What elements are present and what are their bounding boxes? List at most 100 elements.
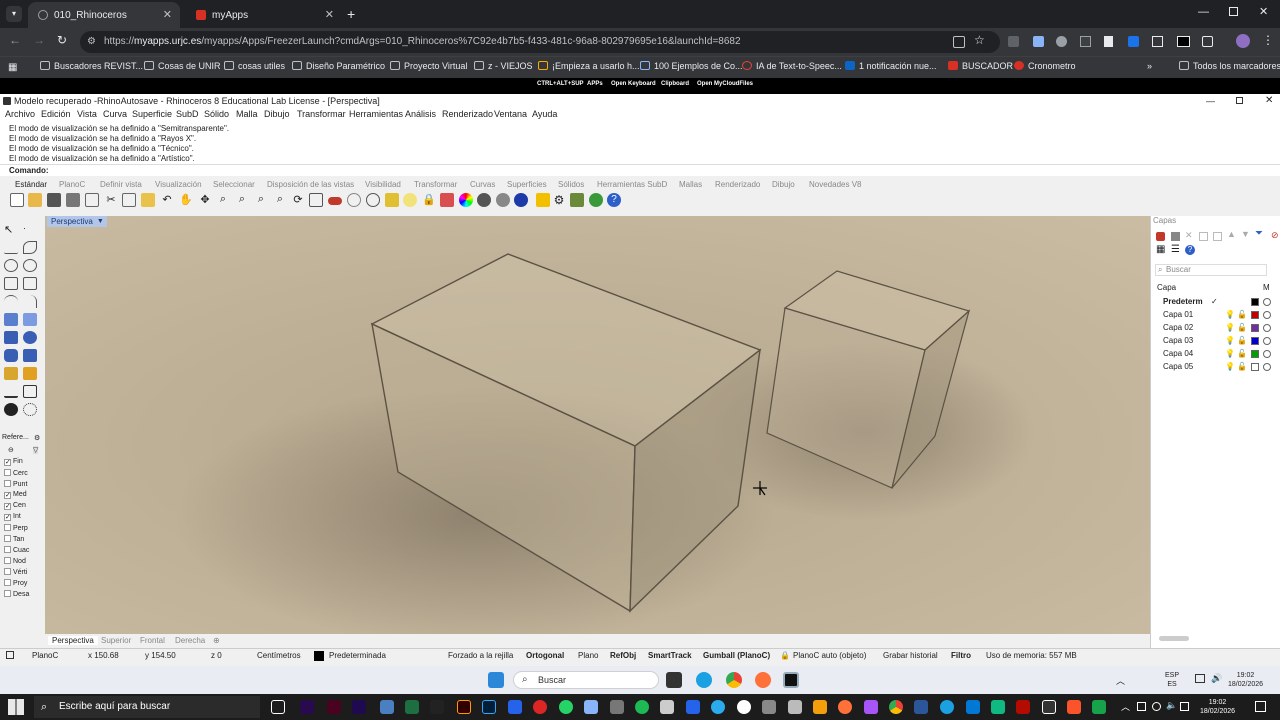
layer-material-icon[interactable] <box>1263 350 1271 358</box>
move-down-icon[interactable]: ▼ <box>1241 229 1250 239</box>
host-clock[interactable]: 19:02 18/02/2026 <box>1200 698 1235 716</box>
menu-transformar[interactable]: Transformar <box>297 109 346 119</box>
remote-clock[interactable]: 19:02 18/02/2026 <box>1228 671 1263 689</box>
transform-icon[interactable] <box>4 367 18 380</box>
layer-color-swatch[interactable] <box>1251 324 1259 332</box>
app-icon[interactable] <box>788 700 802 714</box>
app-icon[interactable] <box>1092 700 1106 714</box>
osnap-cerc[interactable]: Cerc <box>4 469 28 477</box>
app-icon[interactable] <box>660 700 674 714</box>
zoom-extents-icon[interactable]: ⌕ <box>254 193 268 207</box>
tab-search-button[interactable]: ▾ <box>6 6 22 22</box>
layer-color-swatch[interactable] <box>1251 337 1259 345</box>
close-tab-icon[interactable]: ✕ <box>163 8 172 21</box>
grasshopper-icon[interactable] <box>570 193 584 207</box>
tab-perspectiva[interactable]: Perspectiva <box>48 636 98 645</box>
toolbar-tab-dibujo[interactable]: Dibujo <box>772 180 795 189</box>
tab-rhinoceros[interactable]: 010_Rhinoceros ✕ <box>28 2 180 28</box>
bookmark-folder[interactable]: Diseño Paramétrico <box>292 61 385 71</box>
premiere-icon[interactable] <box>300 700 314 714</box>
tab-myapps[interactable]: myApps ✕ <box>186 2 342 28</box>
extension-icon[interactable] <box>1008 36 1019 47</box>
unlock-icon[interactable]: 🔓 <box>1237 362 1247 371</box>
osnap-toggle[interactable]: RefObj <box>610 651 636 660</box>
dimension-icon[interactable] <box>4 385 18 398</box>
circle-icon[interactable] <box>4 259 18 272</box>
new-layer-icon[interactable] <box>1156 232 1165 241</box>
bookmark-folder[interactable]: z - VIEJOS <box>474 61 533 71</box>
layer-tool-icon[interactable] <box>1199 232 1208 241</box>
toolbar-tab-disposicion[interactable]: Disposición de las vistas <box>267 180 354 189</box>
osnap-proy[interactable]: Proy <box>4 579 27 587</box>
render-icon[interactable] <box>4 403 18 416</box>
layer-color-swatch[interactable] <box>1251 363 1259 371</box>
units-label[interactable]: Centímetros <box>257 651 301 660</box>
visibility-bulb-icon[interactable]: 💡 <box>1225 310 1235 319</box>
box-solid-icon[interactable] <box>4 331 18 344</box>
tray-icon[interactable] <box>1137 702 1146 711</box>
layer-row-capa-01[interactable]: Capa 01 💡 🔓 <box>1163 310 1273 322</box>
osnap-cen[interactable]: ✓ Cen <box>4 502 26 510</box>
visibility-bulb-icon[interactable]: 💡 <box>1225 336 1235 345</box>
zoom-window-icon[interactable]: ⌕ <box>235 193 249 207</box>
toolbar-tab-mallas[interactable]: Mallas <box>679 180 702 189</box>
clipboard-button[interactable]: Clipboard <box>661 81 689 87</box>
toolbar-tab-estandar[interactable]: Estándar <box>15 180 47 189</box>
reload-icon[interactable]: ↻ <box>57 33 67 47</box>
toolbar-tab-transformar[interactable]: Transformar <box>414 180 457 189</box>
panel-toggle-icon[interactable] <box>6 651 14 659</box>
cylinder-icon[interactable] <box>4 349 18 362</box>
bookmark-link[interactable]: 1 notificación nue... <box>845 61 937 71</box>
spreadsheet-icon[interactable] <box>405 700 419 714</box>
chrome-icon[interactable] <box>726 672 742 688</box>
menu-archivo[interactable]: Archivo <box>5 109 35 119</box>
settings-icon[interactable]: ⚙ <box>34 434 40 442</box>
apps-grid-icon[interactable]: ▦ <box>8 62 17 73</box>
layer-row-capa-05[interactable]: Capa 05 💡 🔓 <box>1163 362 1273 374</box>
brave-icon[interactable] <box>1067 700 1081 714</box>
all-bookmarks-folder[interactable]: Todos los marcadores <box>1179 61 1280 71</box>
app-icon[interactable] <box>508 700 522 714</box>
volume-icon[interactable]: 🔈 <box>1166 700 1177 711</box>
settings-gear-icon[interactable]: ⚙ <box>552 193 566 207</box>
unlock-icon[interactable]: 🔓 <box>1237 349 1247 358</box>
extension-icon[interactable] <box>1152 36 1163 47</box>
grid-snap-toggle[interactable]: Forzado a la rejilla <box>448 651 513 660</box>
list-view-icon[interactable]: ☰ <box>1171 244 1180 255</box>
more-menu-icon[interactable]: ⋮ <box>1262 33 1274 47</box>
translate-icon[interactable] <box>953 36 965 48</box>
menu-malla[interactable]: Malla <box>236 109 258 119</box>
app-icon[interactable] <box>762 700 776 714</box>
help-icon[interactable]: ? <box>607 193 621 207</box>
after-effects-icon[interactable] <box>352 700 366 714</box>
mesh-icon[interactable] <box>23 349 37 362</box>
filter-icon[interactable]: ▽ <box>33 446 39 454</box>
firefox-icon[interactable] <box>838 700 852 714</box>
document-properties-icon[interactable] <box>85 193 99 207</box>
extension-icon[interactable] <box>1080 36 1091 47</box>
volume-icon[interactable]: 🔊 <box>1211 673 1222 684</box>
menu-superficie[interactable]: Superficie <box>132 109 172 119</box>
current-layer[interactable]: Predeterminada <box>329 651 386 660</box>
bookmark-link[interactable]: ¡Empieza a usarlo h... <box>538 61 640 71</box>
delete-layer-icon[interactable]: ✕ <box>1185 230 1193 241</box>
sphere-shaded-icon[interactable] <box>477 193 491 207</box>
camera-icon[interactable] <box>1056 36 1067 47</box>
layer-row-predeterm[interactable]: Predeterm ✓ <box>1163 297 1273 309</box>
more-bookmarks-icon[interactable]: » <box>1147 61 1152 71</box>
osnap-toggle-icon[interactable]: ⊖ <box>8 446 14 454</box>
visibility-bulb-icon[interactable]: 💡 <box>1225 349 1235 358</box>
visibility-bulb-icon[interactable]: 💡 <box>1225 323 1235 332</box>
osnap-nod[interactable]: Nod <box>4 557 26 565</box>
sphere-solid-icon[interactable] <box>23 331 37 344</box>
auto-cplane-toggle[interactable]: PlanoC auto (objeto) <box>793 651 866 660</box>
layer-icon[interactable] <box>440 193 454 207</box>
telegram-icon[interactable] <box>711 700 725 714</box>
app-icon[interactable] <box>533 700 547 714</box>
ellipse-icon[interactable] <box>23 259 37 272</box>
layer-row-capa-03[interactable]: Capa 03 💡 🔓 <box>1163 336 1273 348</box>
bookmark-folder[interactable]: Cosas de UNIR <box>144 61 221 71</box>
layer-material-icon[interactable] <box>1263 298 1271 306</box>
point-icon[interactable]: · <box>23 223 37 236</box>
filter-icon[interactable]: ⏷ <box>1255 228 1263 239</box>
